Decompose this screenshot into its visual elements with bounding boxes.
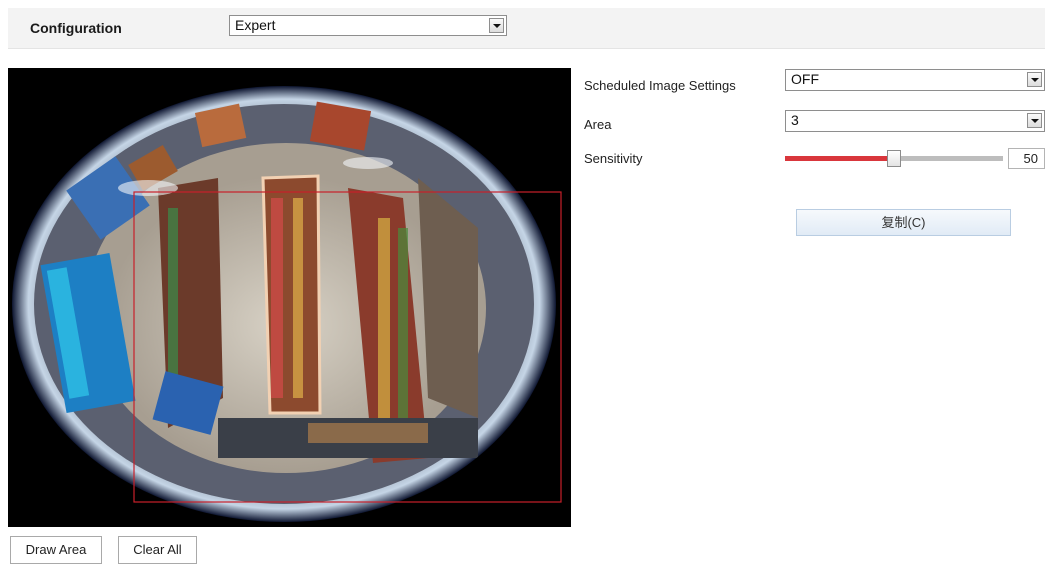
configuration-mode-select[interactable]: Expert (229, 15, 507, 36)
area-value: 3 (791, 112, 799, 128)
sensitivity-label: Sensitivity (584, 151, 643, 166)
clear-all-button[interactable]: Clear All (118, 536, 197, 564)
configuration-mode-value: Expert (235, 17, 276, 33)
fisheye-video-view[interactable] (8, 68, 571, 527)
fisheye-camera-view (8, 68, 571, 527)
sensitivity-value-box[interactable]: 50 (1008, 148, 1045, 169)
dropdown-arrow-icon[interactable] (1027, 72, 1042, 87)
copy-button[interactable]: 复制(C) (796, 209, 1011, 236)
scheduled-image-settings-value: OFF (791, 71, 819, 87)
dropdown-arrow-icon[interactable] (1027, 113, 1042, 128)
configuration-header: Configuration Expert (8, 8, 1045, 49)
sensitivity-slider-fill (785, 156, 894, 161)
dropdown-arrow-icon[interactable] (489, 18, 504, 33)
scheduled-image-settings-select[interactable]: OFF (785, 69, 1045, 91)
area-label: Area (584, 117, 612, 132)
draw-area-button[interactable]: Draw Area (10, 536, 102, 564)
configuration-label: Configuration (30, 20, 122, 36)
sensitivity-slider-handle[interactable] (887, 150, 901, 167)
area-select[interactable]: 3 (785, 110, 1045, 132)
scheduled-image-settings-label: Scheduled Image Settings (584, 78, 736, 93)
